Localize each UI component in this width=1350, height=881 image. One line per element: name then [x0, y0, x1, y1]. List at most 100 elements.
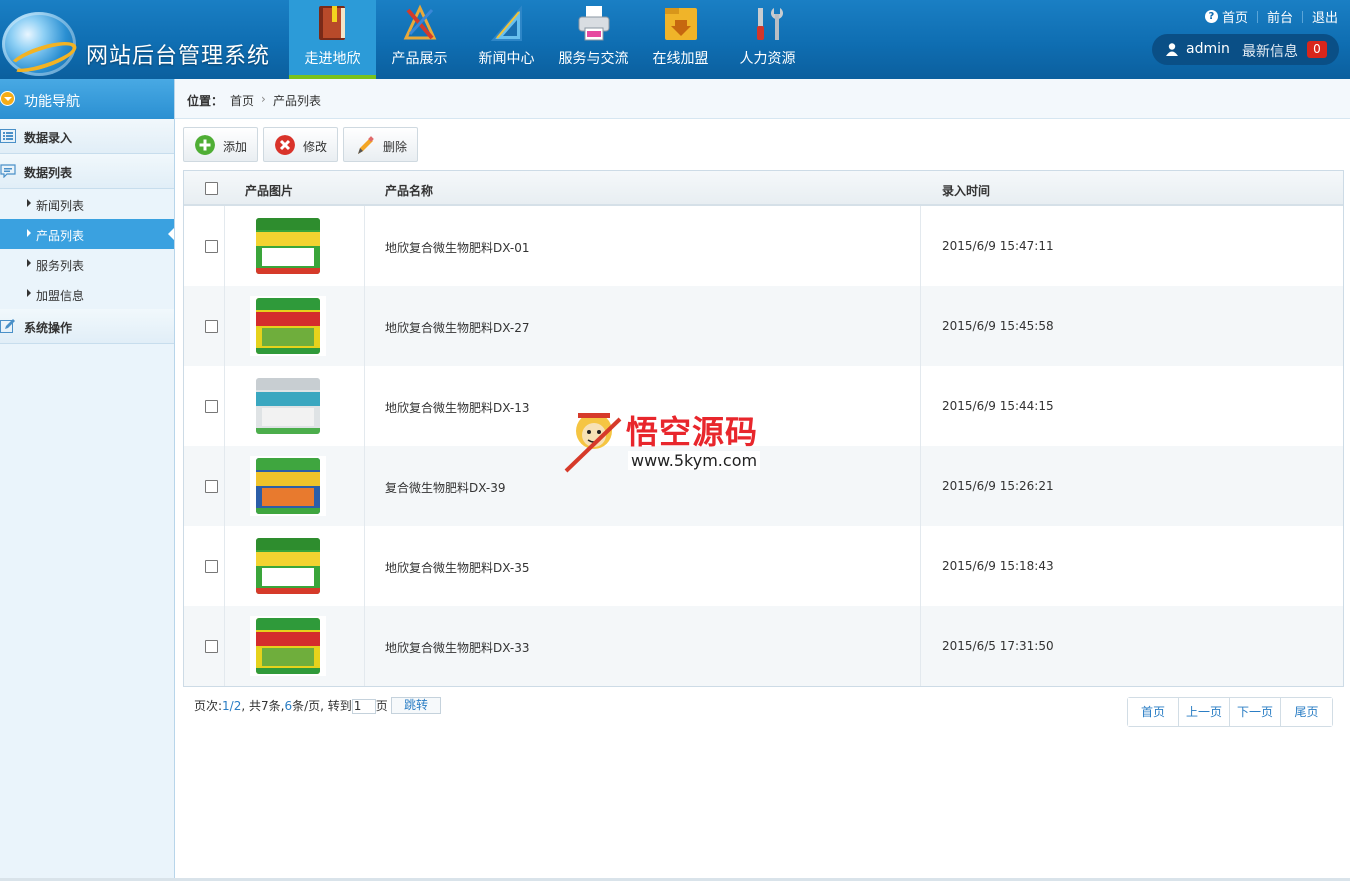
- folder-download-icon: [665, 8, 697, 40]
- main-nav: 走进地欣 产品展示 新闻中心 服务与交流 在线加盟 人力资源: [289, 0, 811, 79]
- sidebar-group-data-list[interactable]: 数据列表: [0, 154, 174, 189]
- pager-total: 7: [261, 699, 269, 713]
- top-header: 网站后台管理系统 走进地欣 产品展示 新闻中心 服务与交流 在线加盟 人力资源 …: [0, 0, 1350, 79]
- goto-page-input[interactable]: 1: [351, 699, 376, 714]
- sidebar-group-system[interactable]: 系统操作: [0, 309, 174, 344]
- sidebar-header[interactable]: 功能导航: [0, 79, 174, 119]
- top-link-home[interactable]: 首页: [1222, 7, 1248, 26]
- logo: 网站后台管理系统: [0, 0, 290, 79]
- prev-page-button[interactable]: 上一页: [1179, 698, 1230, 726]
- watermark-url: www.5kym.com: [628, 451, 761, 470]
- product-image[interactable]: [250, 296, 326, 356]
- edit-button-label: 修改: [303, 140, 328, 154]
- divider: [1301, 10, 1303, 23]
- top-link-logout[interactable]: 退出: [1312, 7, 1338, 26]
- sidebar-item-join-info[interactable]: 加盟信息: [0, 279, 174, 309]
- sidebar-item-news-list[interactable]: 新闻列表: [0, 189, 174, 219]
- pager-text: 条,: [268, 699, 285, 713]
- sidebar-title: 功能导航: [24, 94, 80, 110]
- sidebar-item-service-list[interactable]: 服务列表: [0, 249, 174, 279]
- product-image[interactable]: [250, 536, 326, 596]
- user-box: admin 最新信息 0: [1152, 34, 1339, 65]
- product-image[interactable]: [250, 376, 326, 436]
- product-name: 地欣复合微生物肥料DX-01: [385, 241, 530, 255]
- sidebar-group-label: 数据录入: [24, 131, 73, 145]
- product-bag-thumbnail: [256, 378, 320, 434]
- sidebar-item-label: 产品列表: [36, 229, 85, 243]
- product-image[interactable]: [250, 616, 326, 676]
- nav-item-about[interactable]: 走进地欣: [289, 0, 376, 79]
- list-icon: [0, 129, 16, 143]
- row-checkbox[interactable]: [205, 320, 218, 333]
- top-links: ? 首页 前台 退出: [1204, 7, 1338, 26]
- pager-prefix: 页次:: [194, 699, 223, 713]
- top-link-front[interactable]: 前台: [1267, 7, 1293, 26]
- table-row[interactable]: 地欣复合微生物肥料DX-27 2015/6/9 15:45:58: [184, 286, 1343, 366]
- row-checkbox[interactable]: [205, 240, 218, 253]
- select-all-checkbox[interactable]: [205, 182, 218, 195]
- caret-right-icon: [27, 259, 31, 267]
- row-checkbox[interactable]: [205, 480, 218, 493]
- first-page-button[interactable]: 首页: [1128, 698, 1179, 726]
- product-name: 复合微生物肥料DX-39: [385, 481, 506, 495]
- pager-text: 页: [375, 699, 388, 713]
- product-bag-thumbnail: [256, 298, 320, 354]
- sidebar-item-label: 加盟信息: [36, 289, 85, 303]
- pencil-icon: [358, 136, 374, 154]
- help-icon: ?: [1204, 10, 1218, 23]
- entry-time: 2015/6/9 15:47:11: [942, 239, 1054, 253]
- sidebar-item-label: 新闻列表: [36, 199, 85, 213]
- nav-label: 新闻中心: [478, 51, 535, 67]
- caret-right-icon: [27, 289, 31, 297]
- nav-label: 产品展示: [391, 51, 448, 67]
- sidebar: 功能导航 数据录入 数据列表 新闻列表 产品列表 服务列表 加盟信息 系统操作: [0, 79, 175, 881]
- breadcrumb-home[interactable]: 首页: [230, 92, 254, 109]
- product-image[interactable]: [250, 456, 326, 516]
- pagination: 首页 上一页 下一页 尾页: [1127, 697, 1333, 727]
- monkey-logo-icon: [564, 413, 622, 473]
- jump-button[interactable]: 跳转: [391, 697, 441, 714]
- entry-time: 2015/6/9 15:26:21: [942, 479, 1054, 493]
- nav-item-news[interactable]: 新闻中心: [463, 0, 550, 79]
- row-checkbox[interactable]: [205, 560, 218, 573]
- column-header-time: 录入时间: [942, 184, 991, 198]
- table-row[interactable]: 地欣复合微生物肥料DX-33 2015/6/5 17:31:50: [184, 606, 1343, 686]
- globe-logo-icon: [2, 12, 76, 76]
- table-row[interactable]: 地欣复合微生物肥料DX-01 2015/6/9 15:47:11: [184, 206, 1343, 286]
- last-page-button[interactable]: 尾页: [1281, 698, 1332, 726]
- sidebar-item-product-list[interactable]: 产品列表: [0, 219, 174, 249]
- nav-label: 走进地欣: [304, 51, 361, 67]
- breadcrumb-current: 产品列表: [273, 94, 322, 108]
- user-name[interactable]: admin: [1186, 41, 1230, 57]
- book-icon: [319, 6, 345, 40]
- nav-item-hr[interactable]: 人力资源: [724, 0, 811, 79]
- edit-button[interactable]: 修改: [263, 127, 338, 162]
- breadcrumb: 位置： 首页 › 产品列表: [175, 79, 1350, 119]
- caret-right-icon: [27, 199, 31, 207]
- divider: [1256, 10, 1258, 23]
- newest-info-link[interactable]: 最新信息: [1242, 41, 1298, 61]
- message-count-badge[interactable]: 0: [1307, 41, 1327, 58]
- entry-time: 2015/6/9 15:45:58: [942, 319, 1054, 333]
- row-checkbox[interactable]: [205, 400, 218, 413]
- entry-time: 2015/6/9 15:18:43: [942, 559, 1054, 573]
- nav-item-join[interactable]: 在线加盟: [637, 0, 724, 79]
- nav-item-products[interactable]: 产品展示: [376, 0, 463, 79]
- delete-button[interactable]: 删除: [343, 127, 418, 162]
- watermark-title: 悟空源码: [626, 413, 759, 451]
- entry-time: 2015/6/5 17:31:50: [942, 639, 1054, 653]
- next-page-button[interactable]: 下一页: [1230, 698, 1281, 726]
- column-header-image: 产品图片: [245, 184, 294, 198]
- table-row[interactable]: 地欣复合微生物肥料DX-35 2015/6/9 15:18:43: [184, 526, 1343, 606]
- product-name: 地欣复合微生物肥料DX-35: [385, 561, 530, 575]
- add-button[interactable]: 添加: [183, 127, 258, 162]
- table-header: 产品图片 产品名称 录入时间: [184, 171, 1343, 206]
- plus-icon: [195, 135, 215, 155]
- product-bag-thumbnail: [256, 218, 320, 274]
- sidebar-group-data-entry[interactable]: 数据录入: [0, 119, 174, 154]
- product-name: 地欣复合微生物肥料DX-33: [385, 641, 530, 655]
- nav-item-service[interactable]: 服务与交流: [550, 0, 637, 79]
- row-checkbox[interactable]: [205, 640, 218, 653]
- pager-per-page: 6: [284, 699, 293, 713]
- product-image[interactable]: [250, 216, 326, 276]
